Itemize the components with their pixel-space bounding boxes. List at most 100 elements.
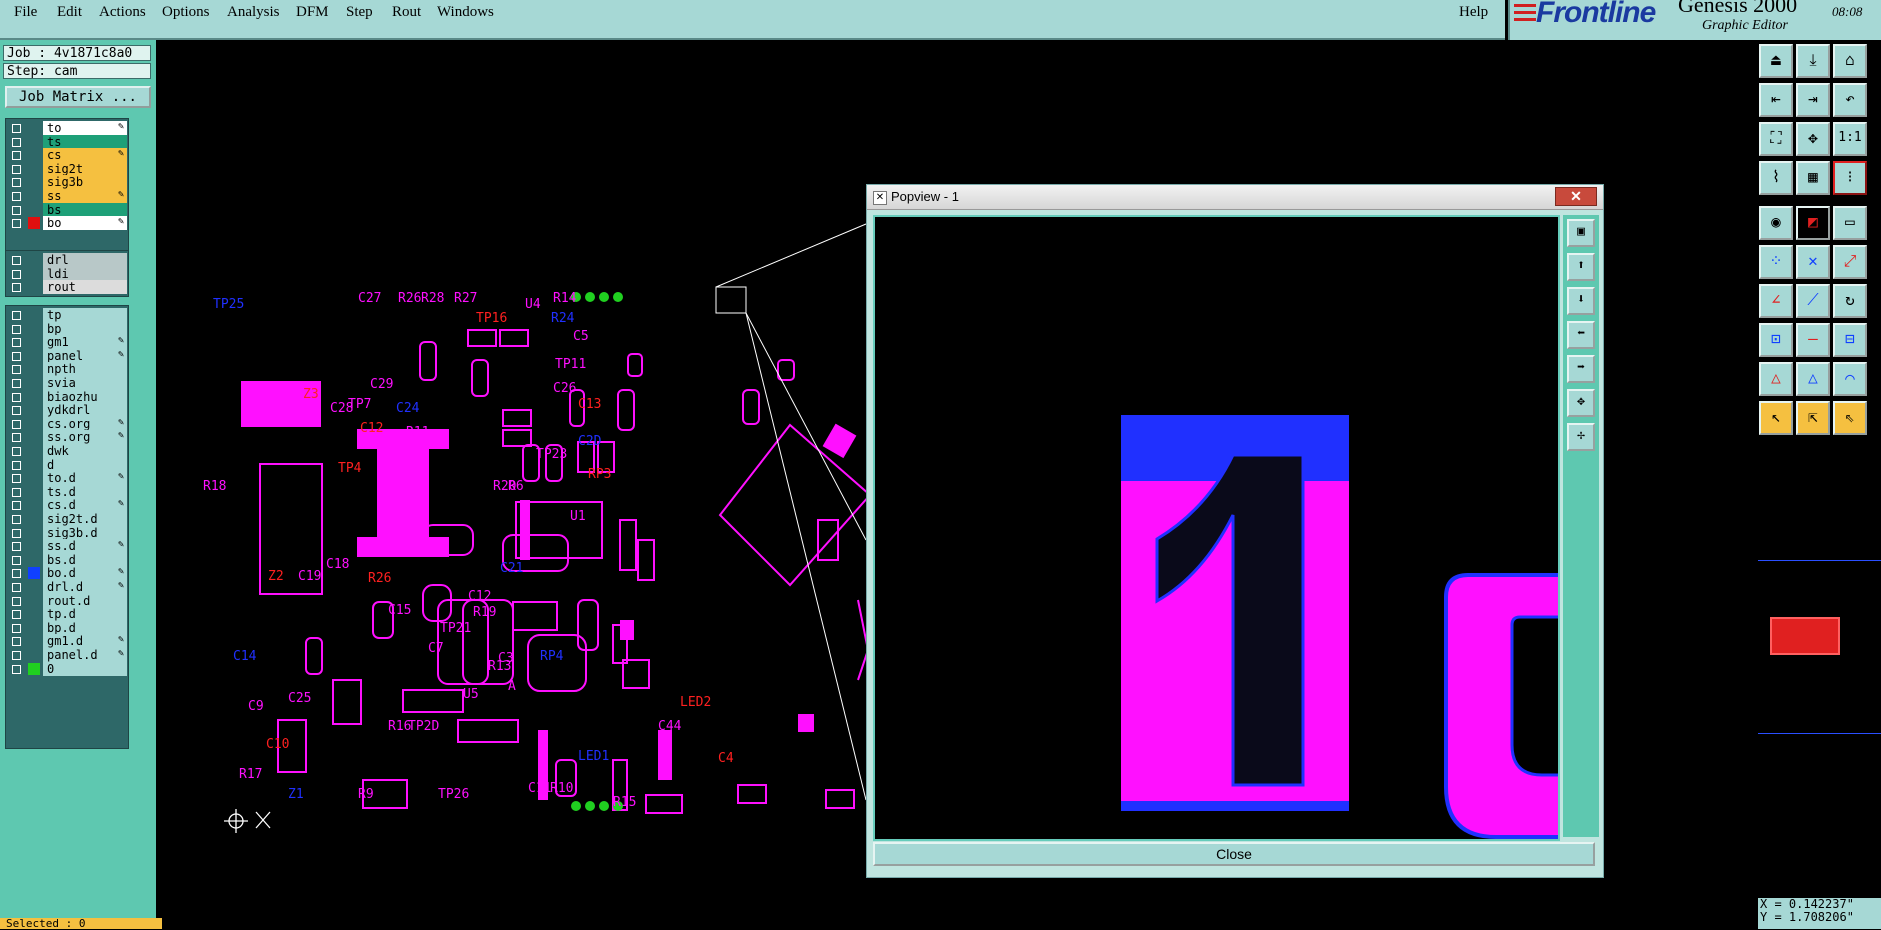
layer-checkbox[interactable] <box>12 365 21 375</box>
menu-edit[interactable]: Edit <box>57 4 82 21</box>
layer-checkbox[interactable] <box>12 460 21 470</box>
layer-checkbox[interactable] <box>12 269 21 279</box>
home-icon[interactable]: ⌂ <box>1833 44 1867 78</box>
layer-name[interactable]: gm1.d <box>43 634 127 649</box>
layer-name[interactable]: cs.org <box>43 416 127 431</box>
layer-checkbox[interactable] <box>12 555 21 565</box>
layer-row[interactable]: cs.d ✎ <box>6 498 128 513</box>
layer-row[interactable]: sig2t.d <box>6 512 128 526</box>
pan-right-icon[interactable]: ⇥ <box>1796 83 1830 117</box>
layer-name[interactable]: bp <box>43 321 127 336</box>
layer-row[interactable]: bo ✎ <box>6 216 128 231</box>
layer-name[interactable]: bp.d <box>43 620 127 635</box>
layer-name[interactable]: gm1 <box>43 335 127 350</box>
popview-close-button[interactable]: Close <box>873 842 1595 866</box>
save-view-icon[interactable]: ⤓ <box>1796 44 1830 78</box>
zoom-fit-icon[interactable]: ⛶ <box>1759 122 1793 156</box>
pv-pan-up-icon[interactable]: ⬆ <box>1567 253 1595 281</box>
connect-icon[interactable]: ⁘ <box>1759 245 1793 279</box>
measure-icon[interactable]: ⌇ <box>1759 161 1793 195</box>
menu-options[interactable]: Options <box>162 4 210 21</box>
layer-toggle-icon[interactable]: ⁝ <box>1833 161 1867 195</box>
layer-checkbox[interactable] <box>12 351 21 361</box>
layer-row[interactable]: bo.d ✎ <box>6 566 128 581</box>
zoom-one-to-one-icon[interactable]: 1:1 <box>1833 122 1867 156</box>
layer-checkbox[interactable] <box>12 501 21 511</box>
layer-name[interactable]: dwk <box>43 444 127 458</box>
layer-name[interactable]: sig2t.d <box>43 512 127 526</box>
layer-row[interactable]: bs <box>6 202 128 217</box>
menu-file[interactable]: File <box>14 4 37 21</box>
job-matrix-button[interactable]: Job Matrix ... <box>5 86 151 108</box>
menu-step[interactable]: Step <box>346 4 373 21</box>
layer-name[interactable]: to <box>43 121 127 135</box>
layer-row[interactable]: sig3b.d <box>6 525 128 540</box>
layer-checkbox[interactable] <box>12 474 21 484</box>
layer-checkbox[interactable] <box>12 192 21 201</box>
node-icon[interactable]: ⊡ <box>1759 323 1793 357</box>
layer-name[interactable]: drl.d <box>43 580 127 594</box>
pv-pan-right-icon[interactable]: ➡ <box>1567 355 1595 383</box>
layer-name[interactable]: rout.d <box>43 593 127 608</box>
layer-row[interactable]: panel.d ✎ <box>6 648 128 662</box>
layer-row[interactable]: ts.d <box>6 484 128 499</box>
layer-name[interactable]: ydkdrl <box>43 403 127 418</box>
layer-checkbox[interactable] <box>12 651 21 660</box>
diagonal-line-icon[interactable]: ⟋ <box>1796 284 1830 318</box>
layer-row[interactable]: ldi <box>6 266 128 281</box>
layer-name[interactable]: npth <box>43 362 127 377</box>
popview-canvas[interactable] <box>873 215 1560 841</box>
layer-checkbox[interactable] <box>12 664 21 674</box>
add-pad-icon[interactable]: ⤢ <box>1833 245 1867 279</box>
layer-name[interactable]: tp.d <box>43 607 127 622</box>
layer-row[interactable]: ts <box>6 134 128 149</box>
layer-checkbox[interactable] <box>12 392 21 402</box>
layer-name[interactable]: svia <box>43 376 127 390</box>
layer-checkbox[interactable] <box>12 487 21 497</box>
bracket-icon[interactable]: ⊟ <box>1833 323 1867 357</box>
layer-checkbox[interactable] <box>12 528 21 538</box>
layer-color-swatch[interactable] <box>28 217 40 230</box>
layer-row[interactable]: npth <box>6 362 128 377</box>
layer-row[interactable]: ydkdrl <box>6 403 128 418</box>
layer-color-swatch[interactable] <box>28 567 40 580</box>
layer-name[interactable]: d <box>43 457 127 472</box>
undo-view-icon[interactable]: ↶ <box>1833 83 1867 117</box>
layer-checkbox[interactable] <box>12 596 21 606</box>
layer-row[interactable]: panel ✎ <box>6 348 128 363</box>
layer-checkbox[interactable] <box>12 219 21 229</box>
layer-name[interactable]: biaozhu <box>43 389 127 404</box>
grid-icon[interactable]: ▦ <box>1796 161 1830 195</box>
select-pad-icon[interactable]: ◉ <box>1759 206 1793 240</box>
layer-checkbox[interactable] <box>12 137 21 147</box>
layer-checkbox[interactable] <box>12 433 21 443</box>
layer-checkbox[interactable] <box>12 542 21 552</box>
layer-name[interactable]: cs.d <box>43 498 127 513</box>
arch-icon[interactable]: ⌒ <box>1833 362 1867 396</box>
layer-name[interactable]: rout <box>43 280 127 295</box>
pointer-box-icon[interactable]: ⇱ <box>1796 401 1830 435</box>
menu-help[interactable]: Help <box>1459 4 1488 21</box>
layer-name[interactable]: ts <box>43 134 127 149</box>
layer-checkbox[interactable] <box>12 324 21 334</box>
layer-row[interactable]: to.d ✎ <box>6 471 128 486</box>
layer-checkbox[interactable] <box>12 406 21 416</box>
layer-row[interactable]: 0 <box>6 661 128 676</box>
layer-name[interactable]: ldi <box>43 266 127 281</box>
layer-checkbox[interactable] <box>12 338 21 348</box>
layer-name[interactable]: bs <box>43 202 127 217</box>
layer-checkbox[interactable] <box>12 583 21 592</box>
layer-row[interactable]: cs ✎ <box>6 148 128 163</box>
line-icon[interactable]: ∠ <box>1759 284 1793 318</box>
layer-row[interactable]: drl.d ✎ <box>6 580 128 594</box>
overview-minimap[interactable] <box>1758 560 1881 734</box>
pv-zoom-out-icon[interactable]: ✢ <box>1567 423 1595 451</box>
pointer-icon[interactable]: ↖ <box>1759 401 1793 435</box>
pv-zoom-in-icon[interactable]: ✥ <box>1567 389 1595 417</box>
layer-row[interactable]: bp.d <box>6 620 128 635</box>
layer-checkbox[interactable] <box>12 637 21 647</box>
layer-row[interactable]: sig2t <box>6 161 128 176</box>
menu-rout[interactable]: Rout <box>392 4 421 21</box>
layer-name[interactable]: panel.d <box>43 648 127 662</box>
layer-checkbox[interactable] <box>12 569 21 579</box>
